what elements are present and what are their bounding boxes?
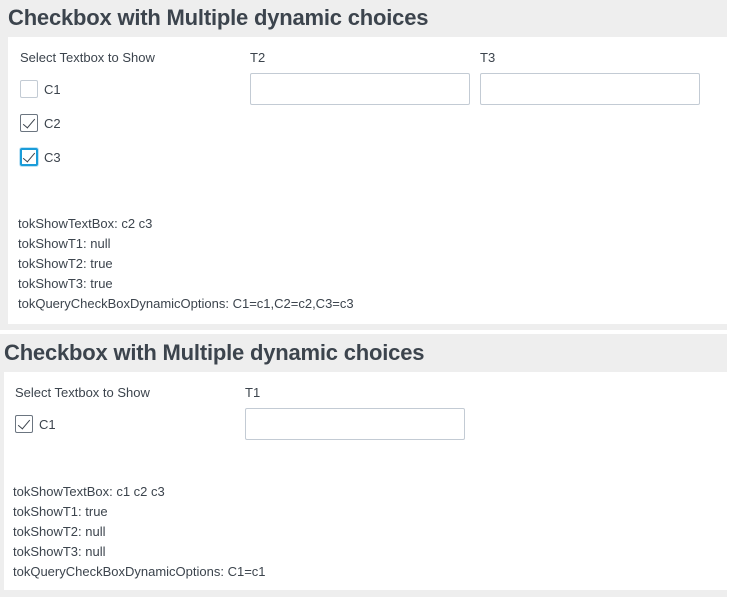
checkbox-label: C1 [39,416,56,432]
checkbox-c1[interactable]: C1 [15,414,56,434]
token-line: tokShowT2: null [13,524,106,539]
text-input-t2[interactable] [250,73,470,105]
checkbox-box-checked-focused[interactable] [20,148,38,166]
text-input-t1[interactable] [245,408,465,440]
token-line: tokShowT1: true [13,504,108,519]
token-line: tokShowTextBox: c2 c3 [18,216,153,231]
dashboard-panel-1: Checkbox with Multiple dynamic choices S… [0,0,727,330]
text-input-t3[interactable] [480,73,700,105]
textbox-label-t2: T2 [250,50,266,65]
token-line: tokShowT2: true [18,256,113,271]
token-display: tokShowTextBox: c2 c3 tokShowT1: null to… [18,214,354,314]
checkbox-group-label: Select Textbox to Show [20,50,155,65]
token-line: tokShowT1: null [18,236,111,251]
checkbox-label: C3 [44,149,61,165]
checkbox-box-checked[interactable] [15,415,33,433]
panel-title: Checkbox with Multiple dynamic choices [8,5,429,30]
panel-title: Checkbox with Multiple dynamic choices [4,340,425,365]
checkbox-group-label: Select Textbox to Show [15,385,150,400]
panel-body: Select Textbox to Show C1 C2 C3 T2 T3 to… [8,37,727,324]
checkbox-label: C2 [44,115,61,131]
checkbox-label: C1 [44,81,61,97]
dashboard-canvas: Checkbox with Multiple dynamic choices S… [0,0,730,597]
token-line: tokShowT3: true [18,276,113,291]
token-line: tokShowTextBox: c1 c2 c3 [13,484,165,499]
checkbox-c1[interactable]: C1 [20,79,61,99]
dashboard-panel-2: Checkbox with Multiple dynamic choices S… [0,334,727,597]
checkbox-c3[interactable]: C3 [20,147,61,167]
checkbox-box[interactable] [20,80,38,98]
checkbox-c2[interactable]: C2 [20,113,61,133]
textbox-label-t3: T3 [480,50,496,65]
token-line: tokQueryCheckBoxDynamicOptions: C1=c1 [13,564,266,579]
panel-body: Select Textbox to Show C1 T1 tokShowText… [4,372,727,590]
token-line: tokQueryCheckBoxDynamicOptions: C1=c1,C2… [18,296,354,311]
checkbox-box-checked[interactable] [20,114,38,132]
token-line: tokShowT3: null [13,544,106,559]
textbox-label-t1: T1 [245,385,261,400]
token-display: tokShowTextBox: c1 c2 c3 tokShowT1: true… [13,482,266,582]
